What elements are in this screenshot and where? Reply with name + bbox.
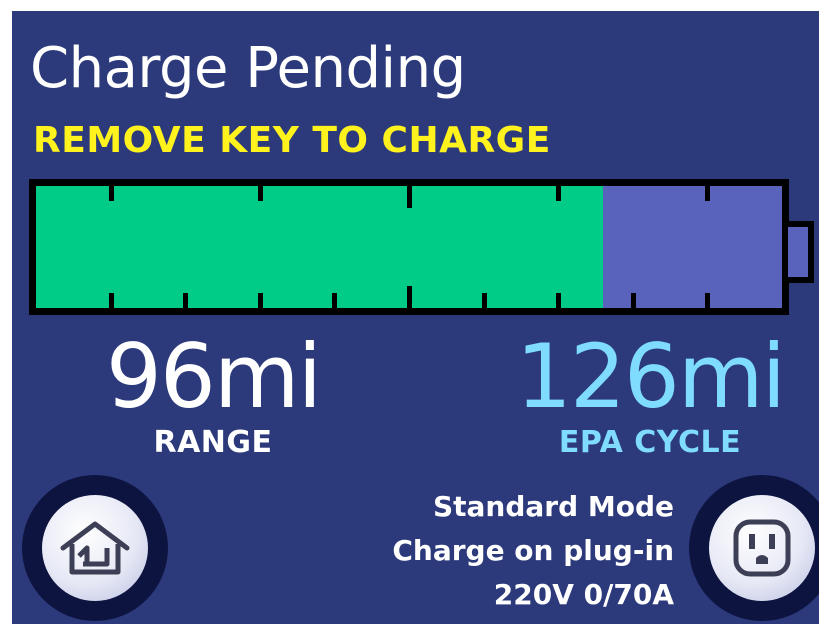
battery-tick-top — [407, 186, 412, 208]
epa-range-value: 126mi — [515, 325, 786, 428]
outlet-button-face — [709, 495, 815, 601]
battery-tick-top — [109, 186, 114, 201]
range-value: 96mi — [105, 325, 322, 428]
charge-status: Standard Mode Charge on plug-in 220V 0/7… — [302, 485, 674, 617]
home-button-face — [42, 495, 148, 601]
battery-tick-bottom — [705, 293, 710, 308]
charging-screen: Charge Pending REMOVE KEY TO CHARGE 96mi… — [12, 11, 819, 624]
home-button[interactable] — [22, 475, 168, 621]
charge-mode: Standard Mode — [432, 490, 674, 523]
battery-tick-bottom — [631, 293, 636, 308]
home-icon — [60, 521, 130, 575]
outlet-button[interactable] — [689, 475, 819, 621]
remove-key-warning: REMOVE KEY TO CHARGE — [33, 120, 551, 161]
battery-tick-bottom — [332, 293, 337, 308]
battery-tick-bottom — [109, 293, 114, 308]
battery-gauge — [29, 179, 789, 315]
battery-tick-top — [705, 186, 710, 201]
battery-tick-bottom — [183, 293, 188, 308]
power-outlet-icon — [733, 519, 791, 577]
battery-charge-fill — [36, 186, 603, 308]
page-title: Charge Pending — [30, 36, 466, 101]
battery-tick-top — [556, 186, 561, 201]
battery-tick-top — [258, 186, 263, 201]
range-label: RANGE — [153, 425, 273, 460]
epa-range-label: EPA CYCLE — [558, 425, 742, 460]
battery-tick-bottom — [556, 293, 561, 308]
battery-terminal — [788, 221, 814, 283]
battery-tick-bottom — [258, 293, 263, 308]
battery-tick-bottom — [482, 293, 487, 308]
charge-schedule: Charge on plug-in — [392, 534, 674, 567]
charge-power: 220V 0/70A — [493, 578, 674, 611]
battery-tick-bottom — [407, 286, 412, 308]
